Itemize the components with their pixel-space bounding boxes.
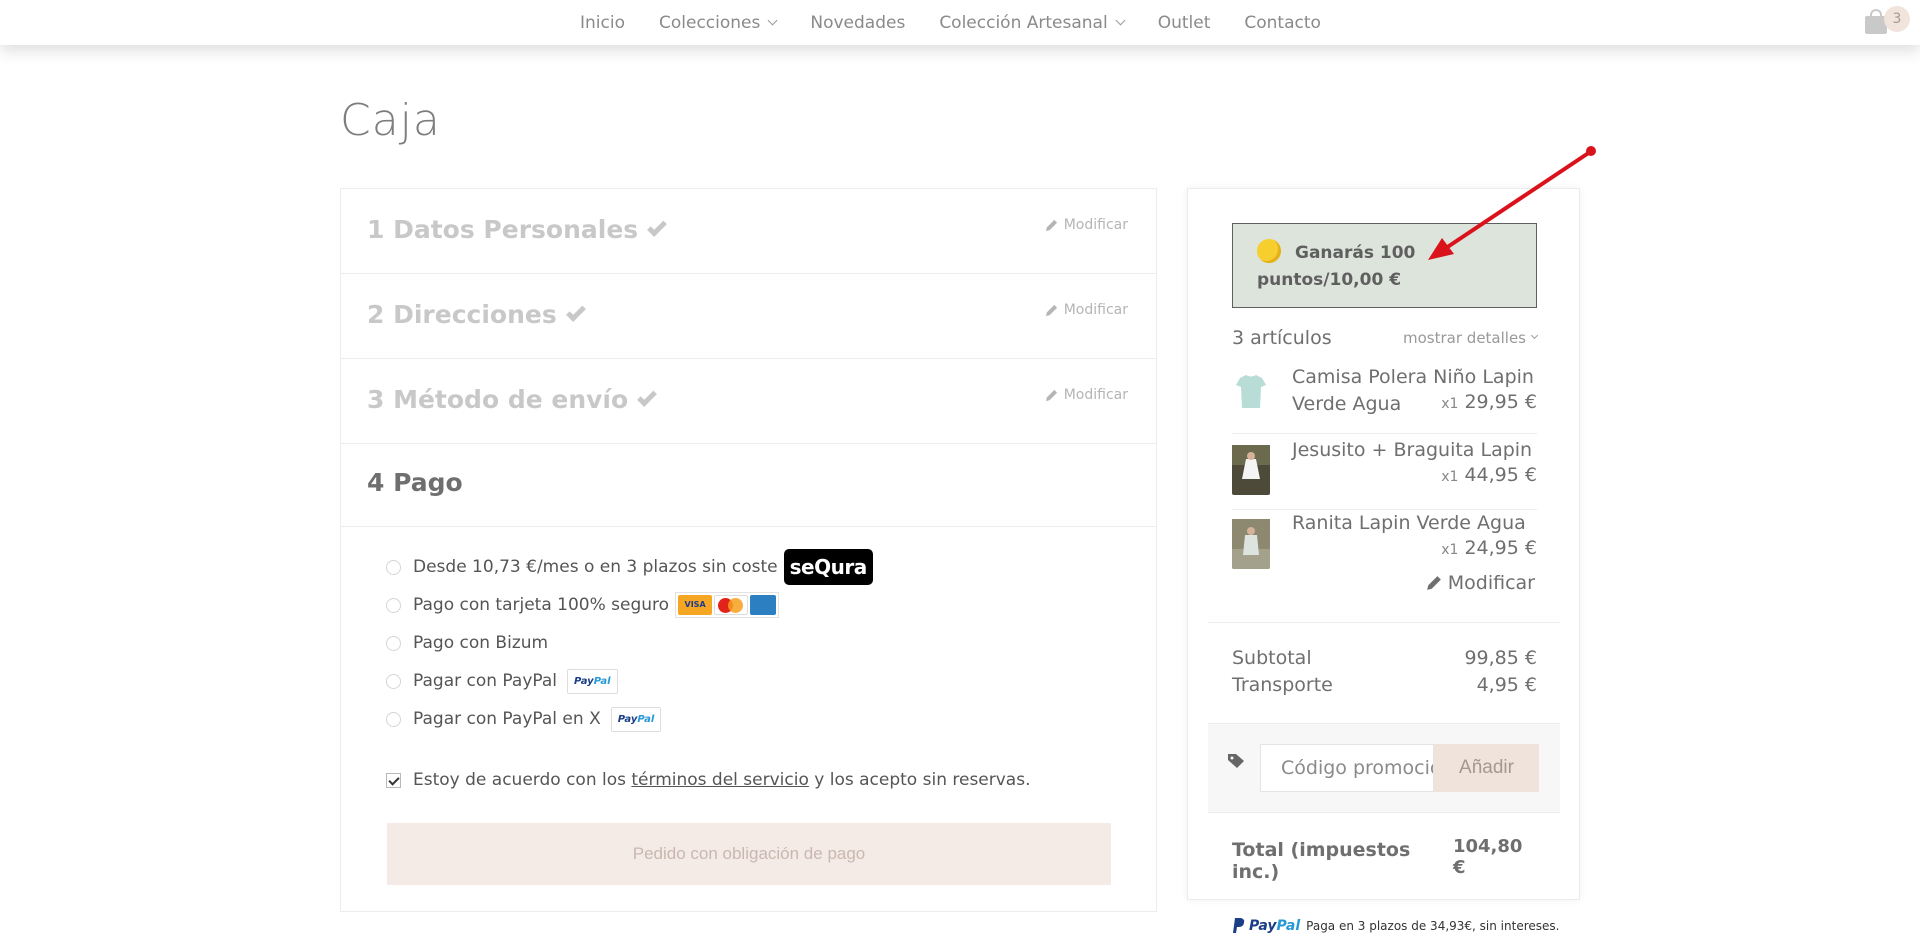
total-value: 104,80 € xyxy=(1452,836,1523,878)
step-addresses[interactable]: 2 Direcciones Modificar xyxy=(341,274,1156,359)
place-order-button[interactable]: Pedido con obligación de pago xyxy=(387,823,1111,885)
payment-option-card[interactable]: Pago con tarjeta 100% seguro VISA xyxy=(386,586,1126,624)
step-shipping-method[interactable]: 3 Método de envío Modificar xyxy=(341,359,1156,444)
payment-option-bizum[interactable]: Pago con Bizum xyxy=(386,624,1126,662)
product-thumbnail[interactable] xyxy=(1232,443,1270,495)
show-details-toggle[interactable]: mostrar detalles xyxy=(1403,327,1539,349)
pencil-icon xyxy=(1045,304,1057,316)
pencil-icon xyxy=(1045,389,1057,401)
chevron-down-icon xyxy=(1530,331,1539,340)
divider xyxy=(1208,812,1560,813)
annotation-arrow xyxy=(1428,146,1596,260)
items-count: 3 artículos xyxy=(1232,327,1332,349)
terms-checkbox[interactable] xyxy=(386,772,401,788)
nav-item-coleccion-artesanal[interactable]: Colección Artesanal xyxy=(939,13,1126,33)
radio-button[interactable] xyxy=(386,673,401,689)
nav-item-contacto[interactable]: Contacto xyxy=(1244,13,1321,33)
cart-item: Jesusito + Braguita Lapin x1 44,95 € xyxy=(1232,437,1537,510)
card-logos: VISA xyxy=(675,592,780,618)
tag-icon xyxy=(1228,754,1244,768)
modify-shipping-link[interactable]: Modificar xyxy=(1045,387,1128,403)
coin-icon xyxy=(1257,239,1281,263)
paypal-icon xyxy=(1233,918,1245,933)
nav-item-novedades[interactable]: Novedades xyxy=(810,13,905,33)
add-promo-button[interactable]: Añadir xyxy=(1434,744,1539,792)
payment-option-sequra[interactable]: Desde 10,73 €/mes o en 3 plazos sin cost… xyxy=(386,548,1126,586)
chevron-down-icon xyxy=(767,15,778,25)
top-navigation: Inicio Colecciones Novedades Colección A… xyxy=(0,0,1920,45)
pencil-icon xyxy=(1045,219,1057,231)
radio-button[interactable] xyxy=(386,597,401,613)
terms-agreement: Estoy de acuerdo con los términos del se… xyxy=(386,770,1031,790)
paypal-logo: PayPal xyxy=(567,668,618,694)
promo-code-input[interactable] xyxy=(1260,744,1434,792)
checkmark-icon xyxy=(647,217,668,237)
promo-code-form: Añadir xyxy=(1208,724,1560,812)
page-title: Caja xyxy=(340,95,441,146)
order-total: Total (impuestos inc.) 104,80 € xyxy=(1232,836,1537,883)
chevron-down-icon xyxy=(1115,15,1126,25)
modify-addresses-link[interactable]: Modificar xyxy=(1045,302,1128,318)
step-payment: 4 Pago xyxy=(341,444,1156,527)
main-menu: Inicio Colecciones Novedades Colección A… xyxy=(580,0,1355,45)
nav-item-colecciones[interactable]: Colecciones xyxy=(659,13,778,33)
shipping-value: 4,95 € xyxy=(1476,674,1537,696)
paypal-installments-message: Pay Pal Paga en 3 plazos de 34,93€, sin i… xyxy=(1233,918,1559,934)
radio-button[interactable] xyxy=(386,559,401,575)
checkmark-icon xyxy=(565,302,586,322)
sequra-logo: seQura xyxy=(783,549,873,585)
cart-button[interactable]: 3 xyxy=(1862,6,1910,36)
terms-of-service-link[interactable]: términos del servicio xyxy=(631,770,808,790)
modify-personal-data-link[interactable]: Modificar xyxy=(1045,217,1128,233)
nav-item-outlet[interactable]: Outlet xyxy=(1158,13,1211,33)
totals: Subtotal 99,85 € Transporte 4,95 € xyxy=(1232,647,1537,701)
divider xyxy=(1208,622,1560,623)
product-thumbnail[interactable] xyxy=(1232,517,1270,569)
cart-item: Camisa Polera Niño Lapin Verde Agua x1 29… xyxy=(1232,364,1537,434)
radio-button[interactable] xyxy=(386,711,401,727)
visa-logo: VISA xyxy=(678,595,713,615)
paypal-logo: PayPal xyxy=(1233,918,1300,934)
cart-count-badge: 3 xyxy=(1884,6,1910,32)
payment-options: Desde 10,73 €/mes o en 3 plazos sin cost… xyxy=(386,548,1126,738)
order-summary: Ganarás 100 puntos/10,00 € 3 artículos m… xyxy=(1187,188,1580,900)
product-thumbnail[interactable] xyxy=(1232,368,1270,416)
payment-option-paypal-installments[interactable]: Pagar con PayPal en X PayPal xyxy=(386,700,1126,738)
checkmark-icon xyxy=(637,387,658,407)
pencil-icon xyxy=(1426,576,1441,590)
modify-cart-link[interactable]: Modificar xyxy=(1426,572,1535,594)
mastercard-logo xyxy=(714,595,749,615)
step-personal-data[interactable]: 1 Datos Personales Modificar xyxy=(341,189,1156,274)
radio-button[interactable] xyxy=(386,635,401,651)
payment-option-paypal[interactable]: Pagar con PayPal PayPal xyxy=(386,662,1126,700)
amex-logo xyxy=(750,595,777,615)
nav-item-inicio[interactable]: Inicio xyxy=(580,13,625,33)
paypal-logo: PayPal xyxy=(610,706,662,732)
subtotal-value: 99,85 € xyxy=(1464,647,1537,669)
